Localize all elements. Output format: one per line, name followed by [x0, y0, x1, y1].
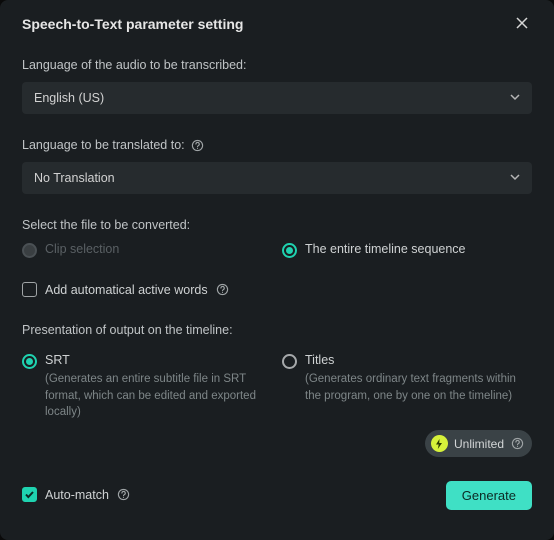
file-select-label: Select the file to be converted: [22, 218, 532, 232]
radio-titles-body: Titles (Generates ordinary text fragment… [305, 353, 532, 404]
help-icon[interactable] [191, 138, 205, 152]
radio-clip-label: Clip selection [45, 242, 119, 256]
radio-entire-timeline[interactable]: The entire timeline sequence [282, 242, 532, 258]
help-icon[interactable] [117, 488, 131, 502]
titlebar: Speech-to-Text parameter setting [22, 14, 532, 34]
help-icon[interactable] [510, 437, 524, 451]
dialog-title: Speech-to-Text parameter setting [22, 16, 243, 32]
radio-dot-icon [282, 354, 297, 369]
radio-srt[interactable]: SRT (Generates an entire subtitle file i… [22, 353, 272, 421]
checkbox-box-icon [22, 487, 37, 502]
footer: Auto-match Generate [22, 469, 532, 522]
radio-titles[interactable]: Titles (Generates ordinary text fragment… [282, 353, 532, 421]
radio-srt-desc: (Generates an entire subtitle file in SR… [45, 371, 272, 421]
spacer [22, 421, 532, 430]
chevron-down-icon [510, 91, 520, 105]
checkbox-auto-match[interactable]: Auto-match [22, 487, 131, 502]
output-group: SRT (Generates an entire subtitle file i… [22, 353, 532, 421]
radio-dot-icon [22, 243, 37, 258]
close-button[interactable] [512, 14, 532, 34]
radio-titles-desc: (Generates ordinary text fragments withi… [305, 371, 532, 404]
radio-srt-body: SRT (Generates an entire subtitle file i… [45, 353, 272, 421]
file-select-group: Clip selection The entire timeline seque… [22, 242, 532, 258]
audio-lang-label: Language of the audio to be transcribed: [22, 58, 532, 72]
audio-lang-select[interactable]: English (US) [22, 82, 532, 114]
checkbox-auto-words[interactable]: Add automatical active words [22, 282, 532, 297]
radio-dot-icon [22, 354, 37, 369]
chevron-down-icon [510, 171, 520, 185]
generate-button[interactable]: Generate [446, 481, 532, 510]
radio-srt-title: SRT [45, 353, 272, 367]
output-label: Presentation of output on the timeline: [22, 323, 532, 337]
auto-match-label: Auto-match [45, 488, 109, 502]
stt-dialog: Speech-to-Text parameter setting Languag… [0, 0, 554, 540]
unlimited-label: Unlimited [454, 437, 504, 451]
translate-lang-label: Language to be translated to: [22, 138, 185, 152]
help-icon[interactable] [216, 283, 230, 297]
radio-dot-icon [282, 243, 297, 258]
translate-lang-value: No Translation [34, 171, 115, 185]
translate-lang-label-row: Language to be translated to: [22, 138, 532, 152]
close-icon [515, 16, 529, 33]
unlimited-pill[interactable]: Unlimited [425, 430, 532, 457]
checkbox-box-icon [22, 282, 37, 297]
auto-words-label: Add automatical active words [45, 283, 208, 297]
radio-timeline-label: The entire timeline sequence [305, 242, 466, 256]
translate-lang-select[interactable]: No Translation [22, 162, 532, 194]
audio-lang-value: English (US) [34, 91, 104, 105]
radio-clip-selection: Clip selection [22, 242, 272, 258]
bolt-icon [431, 435, 448, 452]
radio-titles-title: Titles [305, 353, 532, 367]
